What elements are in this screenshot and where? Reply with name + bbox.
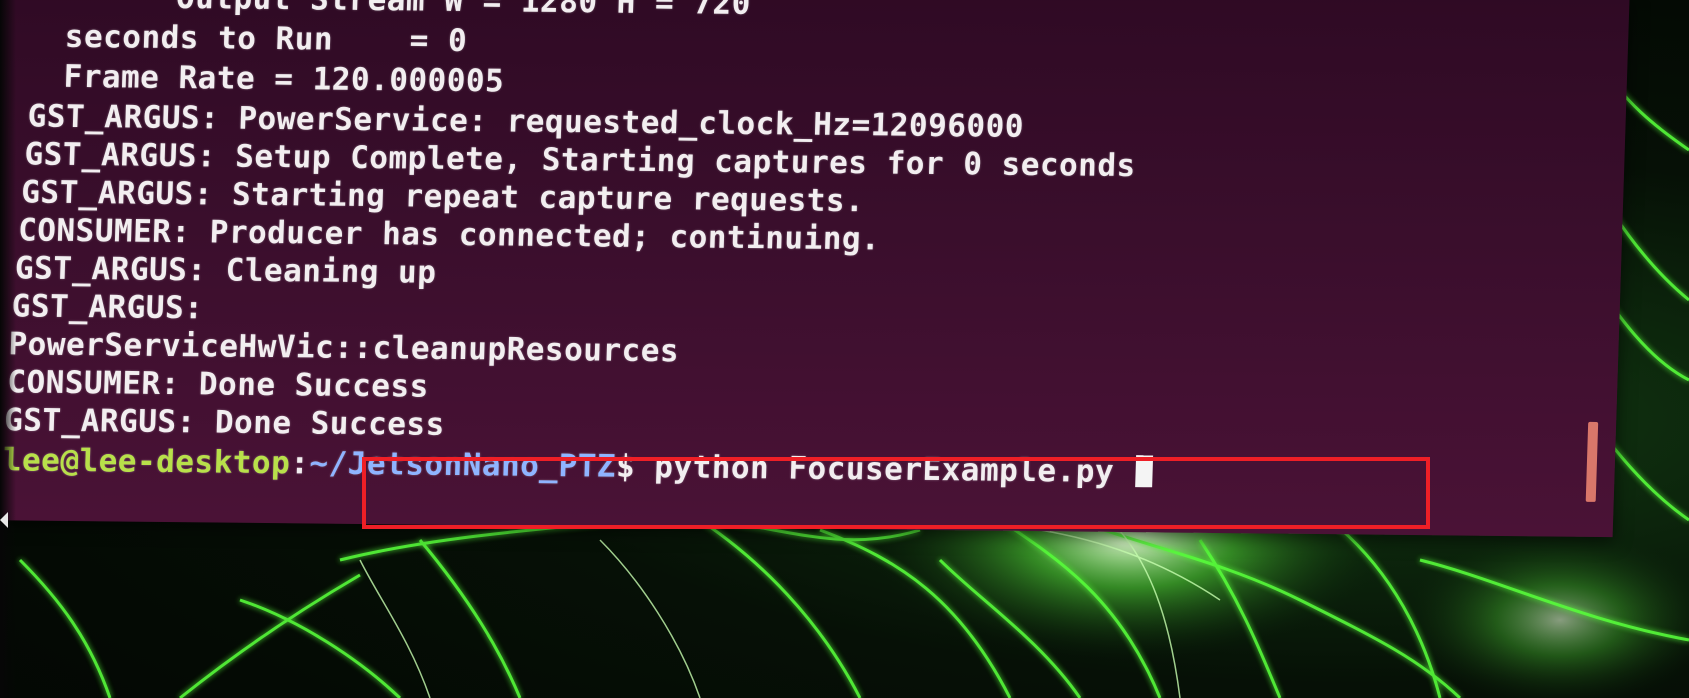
command-highlight-box: [362, 457, 1430, 529]
terminal-line: CONSUMER: Producer has connected; contin…: [17, 212, 881, 258]
prompt-separator: :: [289, 445, 311, 482]
photo-screen: Output Stream W = 1280 H = 720 seconds t…: [0, 0, 1689, 698]
arrow-left-icon: [0, 512, 8, 528]
terminal-line: PowerServiceHwVic::cleanupResources: [7, 326, 680, 370]
terminal-line: GST_ARGUS: Done Success: [3, 402, 446, 443]
terminal-line: GST_ARGUS: Cleaning up: [14, 250, 438, 291]
prompt-user-host: lee@lee-desktop: [2, 442, 291, 482]
terminal-line: CONSUMER: Done Success: [6, 364, 430, 405]
terminal-line: seconds to Run = 0: [0, 17, 468, 60]
terminal-line: GST_ARGUS: Starting repeat capture reque…: [20, 174, 865, 220]
screen-bezel-edge: [0, 0, 16, 698]
terminal-line: Output Stream W = 1280 H = 720: [98, 0, 752, 22]
terminal-scrollbar[interactable]: [1585, 421, 1599, 502]
terminal-line: Frame Rate = 120.000005: [0, 57, 505, 100]
terminal-line: GST_ARGUS:: [11, 288, 204, 327]
